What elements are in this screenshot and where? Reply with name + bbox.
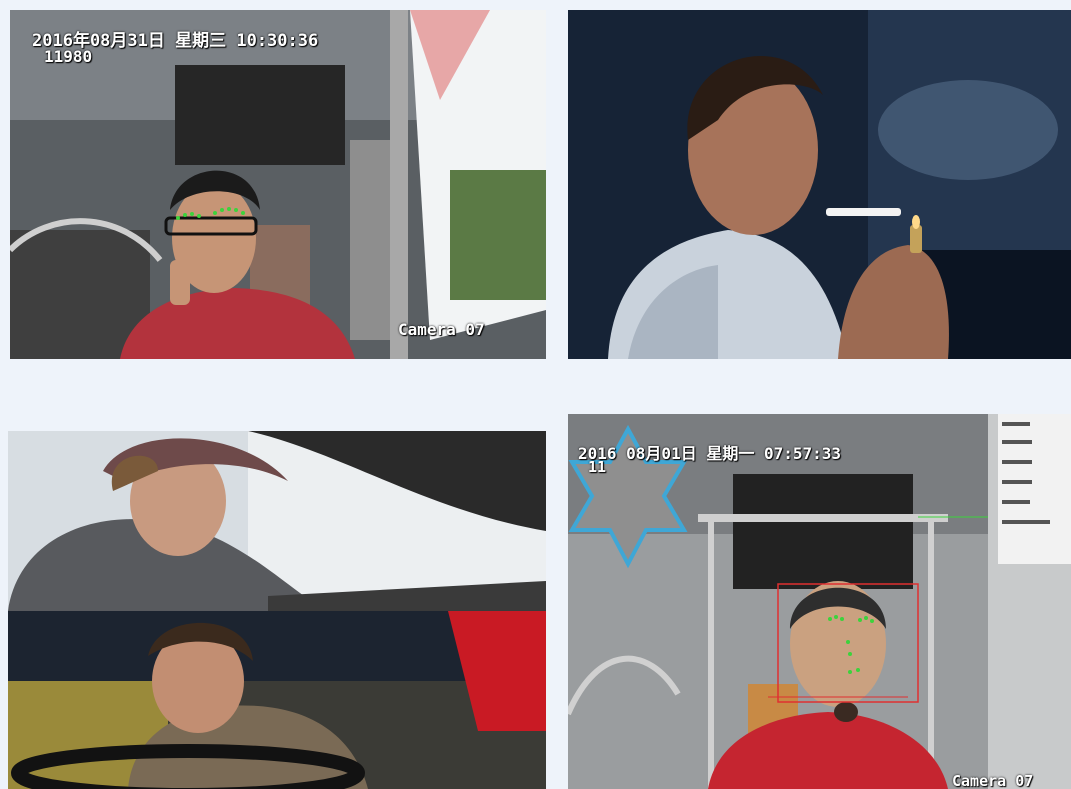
camera-label: Camera 07 [398, 320, 485, 339]
id-code-overlay: 11 [588, 458, 607, 476]
camera-label: Camera 07 [952, 772, 1034, 789]
camera-frame-bus-driver-phone: 2016年08月31日 星期三 10:30:36 11980 Camera 07 [10, 10, 546, 359]
timestamp-overlay: 2016 08月01日 星期一 07:57:33 [578, 444, 842, 463]
photo-driver-smoking [568, 10, 1071, 359]
camera-frame-bus-driver-face-detect: 2016 08月01日 星期一 07:57:33 11 Camera 07 [568, 414, 1071, 789]
photo-driver-drowsy [8, 431, 546, 789]
id-code-overlay: 11980 [44, 47, 93, 66]
